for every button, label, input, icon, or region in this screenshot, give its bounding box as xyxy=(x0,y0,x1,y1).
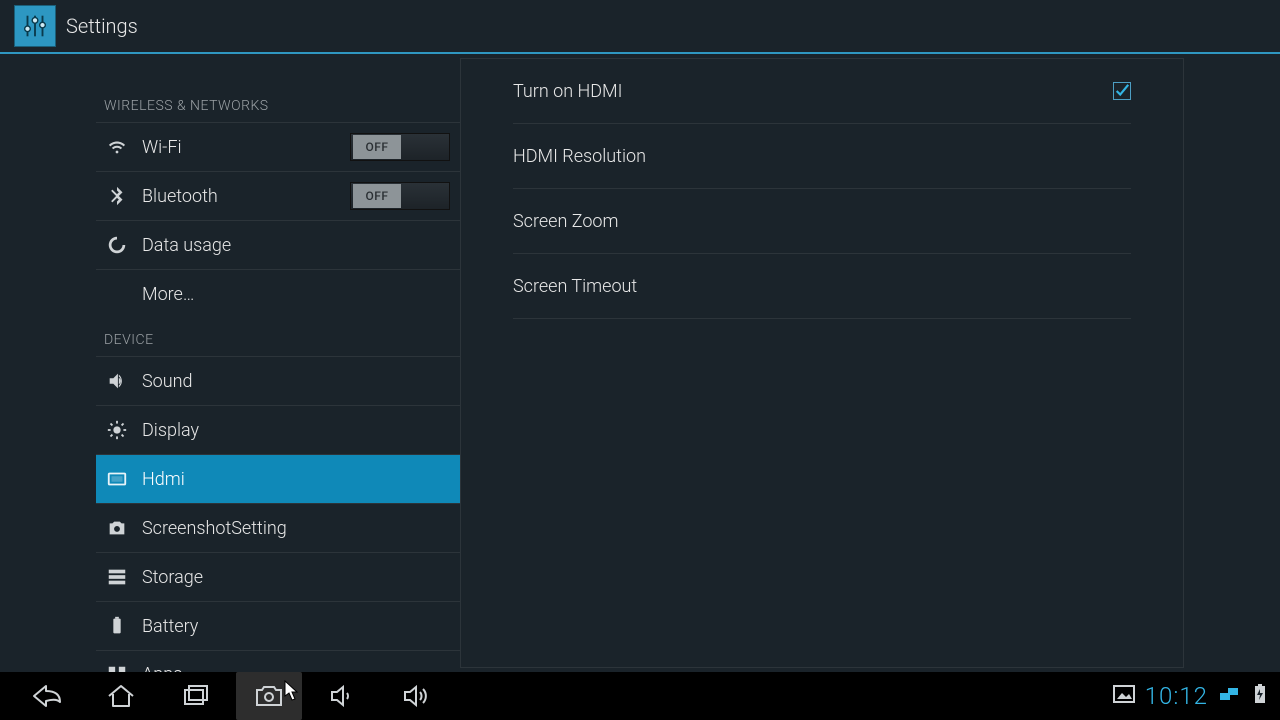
detail-panel: Turn on HDMI HDMI Resolution Screen Zoom… xyxy=(460,58,1184,668)
detail-screen-timeout[interactable]: Screen Timeout xyxy=(513,254,1131,319)
sidebar-item-apps[interactable]: Apps xyxy=(96,650,460,672)
apps-icon xyxy=(106,664,128,673)
detail-hdmi-resolution[interactable]: HDMI Resolution xyxy=(513,124,1131,189)
detail-item-label: Screen Zoom xyxy=(513,211,1131,232)
sidebar-item-wifi[interactable]: Wi-Fi OFF xyxy=(96,122,460,171)
sidebar-item-storage[interactable]: Storage xyxy=(96,552,460,601)
sidebar-item-label: Battery xyxy=(142,616,450,637)
sidebar-item-sound[interactable]: Sound xyxy=(96,356,460,405)
battery-icon xyxy=(106,615,128,637)
bluetooth-icon xyxy=(106,185,128,207)
sidebar-item-label: Wi-Fi xyxy=(142,137,350,158)
page-title: Settings xyxy=(66,14,138,38)
sidebar-item-label: Apps xyxy=(142,664,450,672)
home-button[interactable] xyxy=(88,672,154,720)
network-status-icon xyxy=(1218,685,1244,707)
sound-icon xyxy=(106,370,128,392)
sidebar-item-label: ScreenshotSetting xyxy=(142,518,450,539)
sidebar-item-data-usage[interactable]: Data usage xyxy=(96,220,460,269)
status-area[interactable]: 10:12 xyxy=(1113,682,1266,710)
system-navbar: 10:12 xyxy=(0,672,1280,720)
sidebar-item-bluetooth[interactable]: Bluetooth OFF xyxy=(96,171,460,220)
sidebar-item-more[interactable]: More… xyxy=(96,269,460,318)
toggle-state: OFF xyxy=(353,184,401,208)
sidebar-item-label: Bluetooth xyxy=(142,186,350,207)
volume-up-button[interactable] xyxy=(384,672,450,720)
sidebar-section-wireless-header: WIRELESS & NETWORKS xyxy=(96,84,460,122)
detail-item-label: HDMI Resolution xyxy=(513,146,1131,167)
picture-status-icon xyxy=(1113,685,1135,707)
sidebar-item-label: More… xyxy=(142,284,450,305)
battery-status-icon xyxy=(1254,684,1266,708)
detail-screen-zoom[interactable]: Screen Zoom xyxy=(513,189,1131,254)
detail-pane: Turn on HDMI HDMI Resolution Screen Zoom… xyxy=(460,54,1280,672)
hdmi-icon xyxy=(106,468,128,490)
status-clock: 10:12 xyxy=(1145,682,1208,710)
data-usage-icon xyxy=(106,234,128,256)
detail-item-label: Turn on HDMI xyxy=(513,81,1113,102)
screenshot-button[interactable] xyxy=(236,672,302,720)
sidebar-item-hdmi[interactable]: Hdmi xyxy=(96,454,460,503)
toggle-state: OFF xyxy=(353,135,401,159)
back-button[interactable] xyxy=(14,672,80,720)
sidebar-item-battery[interactable]: Battery xyxy=(96,601,460,650)
sidebar-item-screenshot-setting[interactable]: ScreenshotSetting xyxy=(96,503,460,552)
wifi-icon xyxy=(106,136,128,158)
volume-down-button[interactable] xyxy=(310,672,376,720)
sidebar-item-label: Display xyxy=(142,420,450,441)
action-bar: Settings xyxy=(0,0,1280,54)
bluetooth-toggle[interactable]: OFF xyxy=(350,182,450,210)
storage-icon xyxy=(106,566,128,588)
settings-app-icon xyxy=(14,5,56,47)
detail-item-label: Screen Timeout xyxy=(513,276,1131,297)
main-content: WIRELESS & NETWORKS Wi-Fi OFF Bluetooth xyxy=(0,54,1280,672)
camera-icon xyxy=(106,517,128,539)
sidebar-item-label: Sound xyxy=(142,371,450,392)
sidebar: WIRELESS & NETWORKS Wi-Fi OFF Bluetooth xyxy=(0,54,460,672)
recents-button[interactable] xyxy=(162,672,228,720)
sidebar-item-label: Storage xyxy=(142,567,450,588)
sidebar-item-label: Data usage xyxy=(142,235,450,256)
sidebar-item-label: Hdmi xyxy=(142,469,450,490)
checkbox-turn-on-hdmi[interactable] xyxy=(1113,82,1131,100)
display-icon xyxy=(106,419,128,441)
sidebar-item-display[interactable]: Display xyxy=(96,405,460,454)
sidebar-section-device-header: DEVICE xyxy=(96,318,460,356)
detail-turn-on-hdmi[interactable]: Turn on HDMI xyxy=(513,59,1131,124)
wifi-toggle[interactable]: OFF xyxy=(350,133,450,161)
